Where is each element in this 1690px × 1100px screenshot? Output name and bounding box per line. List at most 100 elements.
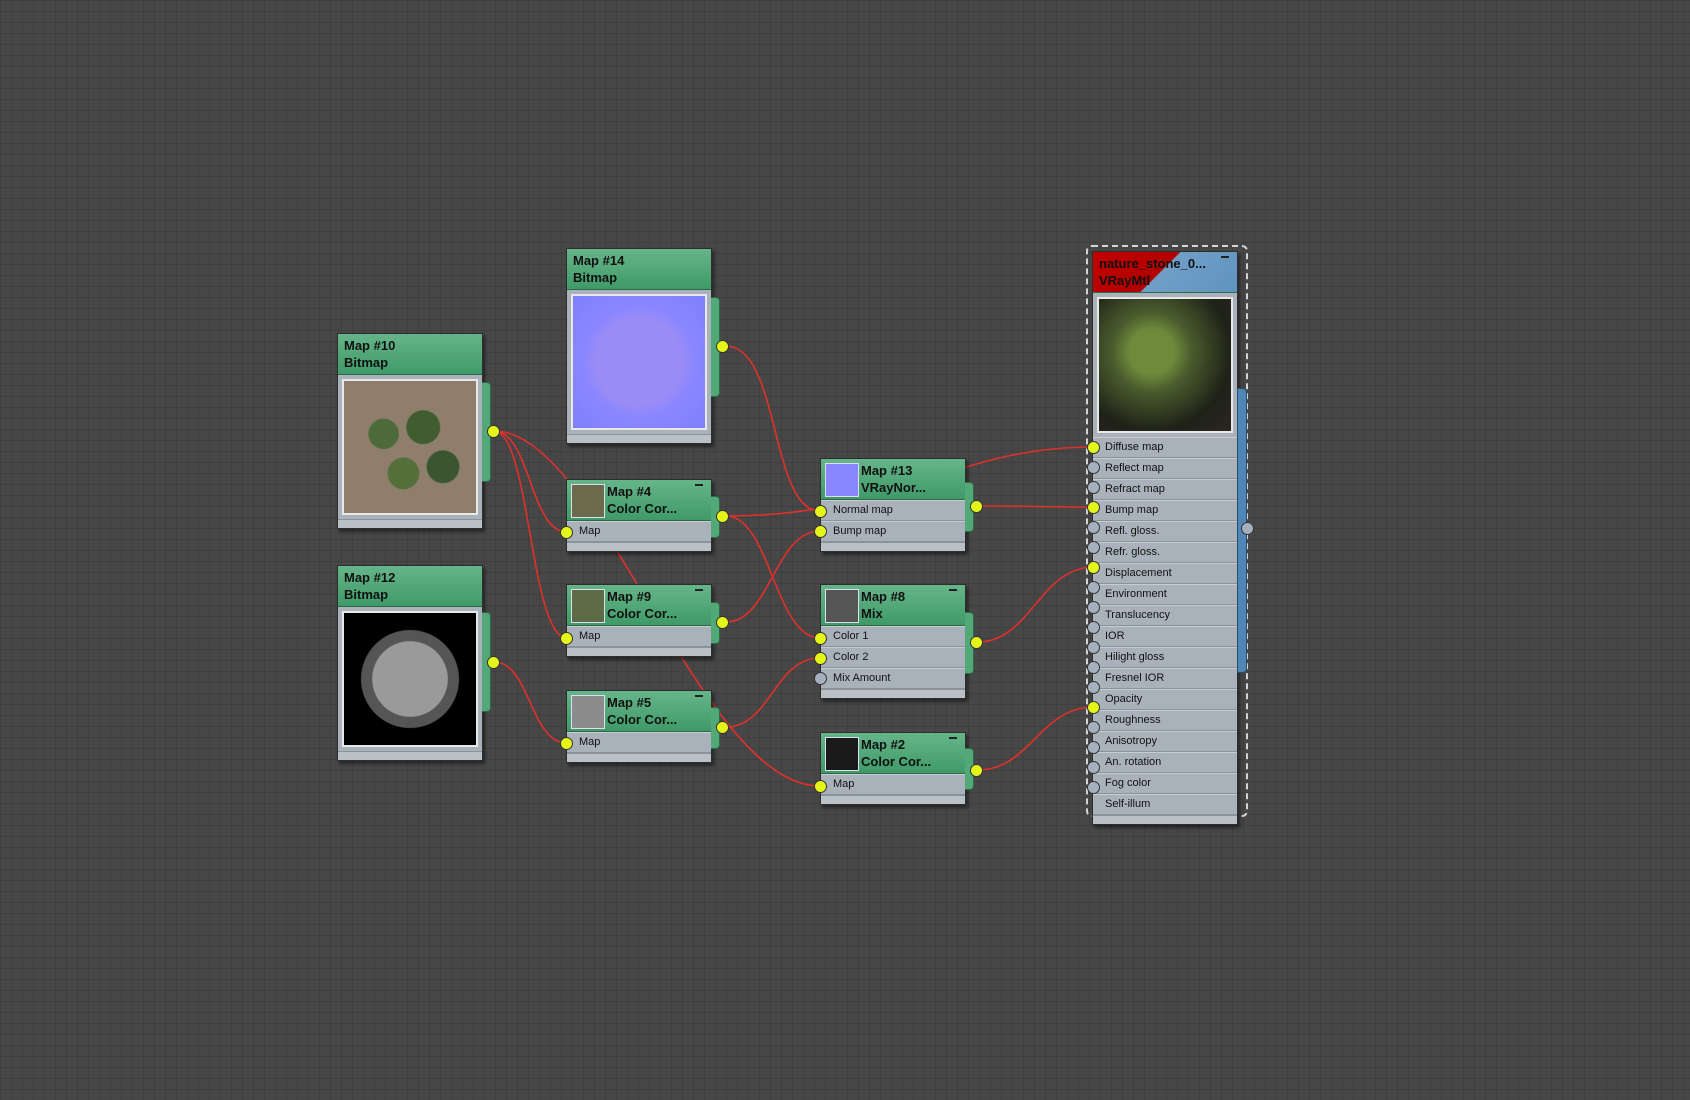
node-map10[interactable]: Map #10 Bitmap bbox=[337, 333, 483, 529]
node-header[interactable]: Map #13 VRayNor... bbox=[821, 459, 965, 500]
node-title: Map #8 bbox=[861, 589, 906, 604]
input-port[interactable] bbox=[814, 672, 827, 685]
input-port[interactable] bbox=[814, 505, 827, 518]
node-header[interactable]: Map #5 Color Cor... bbox=[567, 691, 711, 732]
input-slot[interactable]: Hilight gloss bbox=[1093, 647, 1237, 668]
input-slot[interactable]: Diffuse map bbox=[1093, 437, 1237, 458]
node-header[interactable]: Map #2 Color Cor... bbox=[821, 733, 965, 774]
input-slot[interactable]: Opacity bbox=[1093, 689, 1237, 710]
minimize-icon[interactable] bbox=[695, 484, 703, 486]
minimize-icon[interactable] bbox=[1221, 256, 1229, 258]
map-thumbnail bbox=[571, 589, 605, 623]
node-header[interactable]: Map #10 Bitmap bbox=[338, 334, 482, 375]
output-port[interactable] bbox=[716, 721, 729, 734]
input-port[interactable] bbox=[1087, 581, 1100, 594]
output-port[interactable] bbox=[487, 656, 500, 669]
output-port[interactable] bbox=[487, 425, 500, 438]
input-slot[interactable]: Map bbox=[567, 626, 711, 647]
input-slot[interactable]: Anisotropy bbox=[1093, 731, 1237, 752]
input-port[interactable] bbox=[1087, 621, 1100, 634]
node-map12[interactable]: Map #12 Bitmap bbox=[337, 565, 483, 761]
input-port[interactable] bbox=[1087, 781, 1100, 794]
node-footer bbox=[567, 647, 711, 656]
input-slot[interactable]: Normal map bbox=[821, 500, 965, 521]
input-port[interactable] bbox=[1087, 521, 1100, 534]
input-slot[interactable]: Displacement bbox=[1093, 563, 1237, 584]
input-slot[interactable]: Fresnel IOR bbox=[1093, 668, 1237, 689]
minimize-icon[interactable] bbox=[949, 589, 957, 591]
node-footer bbox=[821, 795, 965, 804]
minimize-icon[interactable] bbox=[695, 695, 703, 697]
input-port[interactable] bbox=[814, 780, 827, 793]
node-map2[interactable]: Map #2 Color Cor... Map bbox=[820, 732, 966, 805]
input-slot[interactable]: Map bbox=[567, 521, 711, 542]
input-slot[interactable]: Self-illum bbox=[1093, 794, 1237, 815]
input-port[interactable] bbox=[1087, 741, 1100, 754]
input-port[interactable] bbox=[814, 525, 827, 538]
node-material[interactable]: nature_stone_0... VRayMtl Diffuse map Ref… bbox=[1092, 251, 1238, 825]
minimize-icon[interactable] bbox=[695, 589, 703, 591]
input-port[interactable] bbox=[560, 526, 573, 539]
input-port[interactable] bbox=[814, 632, 827, 645]
input-slot[interactable]: Map bbox=[821, 774, 965, 795]
output-port[interactable] bbox=[716, 616, 729, 629]
input-port[interactable] bbox=[814, 652, 827, 665]
node-header[interactable]: Map #9 Color Cor... bbox=[567, 585, 711, 626]
input-port[interactable] bbox=[1087, 661, 1100, 674]
bitmap-preview bbox=[342, 379, 478, 515]
node-header[interactable]: Map #8 Mix bbox=[821, 585, 965, 626]
input-slot[interactable]: Roughness bbox=[1093, 710, 1237, 731]
input-port[interactable] bbox=[560, 737, 573, 750]
input-slot[interactable]: Reflect map bbox=[1093, 458, 1237, 479]
node-footer bbox=[567, 753, 711, 762]
input-port[interactable] bbox=[1087, 761, 1100, 774]
input-slot[interactable]: Map bbox=[567, 732, 711, 753]
input-port[interactable] bbox=[1087, 501, 1100, 514]
input-slot[interactable]: Mix Amount bbox=[821, 668, 965, 689]
input-port[interactable] bbox=[1087, 461, 1100, 474]
input-slot[interactable]: IOR bbox=[1093, 626, 1237, 647]
output-port[interactable] bbox=[716, 340, 729, 353]
input-port[interactable] bbox=[1087, 681, 1100, 694]
input-slot[interactable]: An. rotation bbox=[1093, 752, 1237, 773]
node-header[interactable]: nature_stone_0... VRayMtl bbox=[1093, 252, 1237, 293]
output-port[interactable] bbox=[970, 636, 983, 649]
node-map5[interactable]: Map #5 Color Cor... Map bbox=[566, 690, 712, 763]
node-footer bbox=[1093, 815, 1237, 824]
input-port[interactable] bbox=[560, 632, 573, 645]
node-map9[interactable]: Map #9 Color Cor... Map bbox=[566, 584, 712, 657]
input-port[interactable] bbox=[1087, 641, 1100, 654]
node-header[interactable]: Map #14 Bitmap bbox=[567, 249, 711, 290]
input-slot[interactable]: Bump map bbox=[821, 521, 965, 542]
output-port[interactable] bbox=[970, 764, 983, 777]
node-type: Color Cor... bbox=[607, 501, 678, 516]
node-footer bbox=[338, 519, 482, 528]
node-header[interactable]: Map #12 Bitmap bbox=[338, 566, 482, 607]
node-footer bbox=[338, 751, 482, 760]
node-map4[interactable]: Map #4 Color Cor... Map bbox=[566, 479, 712, 552]
node-map14[interactable]: Map #14 Bitmap bbox=[566, 248, 712, 444]
node-map8[interactable]: Map #8 Mix Color 1 Color 2 Mix Amount bbox=[820, 584, 966, 699]
output-port[interactable] bbox=[970, 500, 983, 513]
input-port[interactable] bbox=[1087, 701, 1100, 714]
output-port[interactable] bbox=[1241, 522, 1254, 535]
input-slot[interactable]: Refr. gloss. bbox=[1093, 542, 1237, 563]
input-port[interactable] bbox=[1087, 541, 1100, 554]
input-slot[interactable]: Color 1 bbox=[821, 626, 965, 647]
input-port[interactable] bbox=[1087, 481, 1100, 494]
input-slot[interactable]: Bump map bbox=[1093, 500, 1237, 521]
input-slot[interactable]: Color 2 bbox=[821, 647, 965, 668]
node-map13[interactable]: Map #13 VRayNor... Normal map Bump map bbox=[820, 458, 966, 552]
input-slot[interactable]: Environment bbox=[1093, 584, 1237, 605]
input-port[interactable] bbox=[1087, 441, 1100, 454]
node-header[interactable]: Map #4 Color Cor... bbox=[567, 480, 711, 521]
input-port[interactable] bbox=[1087, 721, 1100, 734]
input-port[interactable] bbox=[1087, 601, 1100, 614]
input-port[interactable] bbox=[1087, 561, 1100, 574]
input-slot[interactable]: Refl. gloss. bbox=[1093, 521, 1237, 542]
input-slot[interactable]: Fog color bbox=[1093, 773, 1237, 794]
output-port[interactable] bbox=[716, 510, 729, 523]
input-slot[interactable]: Refract map bbox=[1093, 479, 1237, 500]
input-slot[interactable]: Translucency bbox=[1093, 605, 1237, 626]
minimize-icon[interactable] bbox=[949, 737, 957, 739]
